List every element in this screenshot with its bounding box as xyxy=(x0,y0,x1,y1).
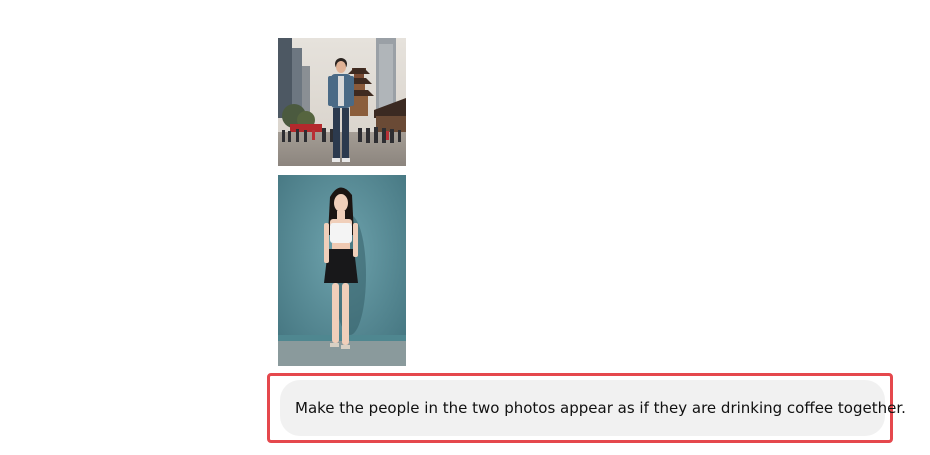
user-message-text: Make the people in the two photos appear… xyxy=(295,399,906,417)
attachment-image-man[interactable] xyxy=(278,38,406,166)
chat-canvas: Make the people in the two photos appear… xyxy=(0,0,930,455)
attachment-image-woman[interactable] xyxy=(278,175,406,366)
photo-man-illustration xyxy=(278,38,406,166)
photo-woman-illustration xyxy=(278,175,406,366)
user-message-bubble: Make the people in the two photos appear… xyxy=(280,380,906,436)
